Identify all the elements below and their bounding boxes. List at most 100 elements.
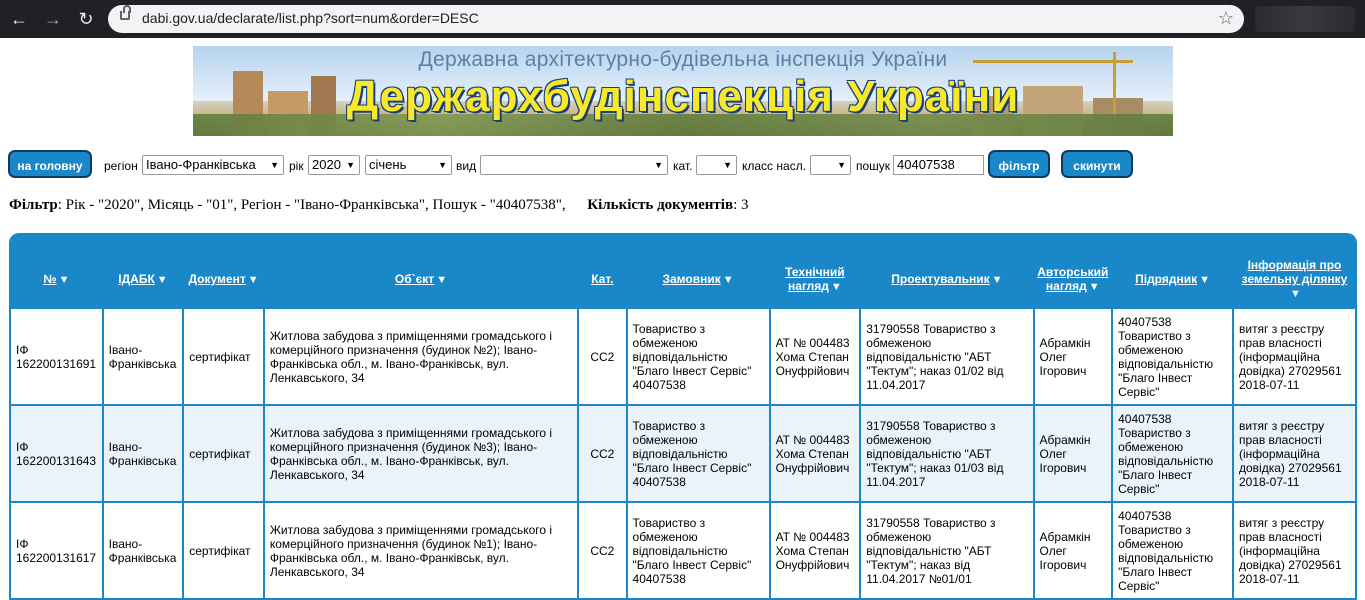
forward-arrow-icon[interactable]: → — [42, 8, 64, 30]
sort-arrow-icon[interactable]: ▼ — [59, 274, 70, 286]
reset-button[interactable]: скинути — [1061, 150, 1133, 178]
col-header-link[interactable]: Документ — [188, 272, 245, 286]
col-header-document[interactable]: Документ ▼ — [184, 251, 263, 307]
cell-author-supervision: Абрамкін Олег Ігорович — [1034, 406, 1112, 501]
col-header-link[interactable]: Інформація про земельну ділянку — [1242, 258, 1348, 286]
col-header-link[interactable]: Проектувальник — [891, 272, 989, 286]
cell-customer: Товариство з обмеженою відповідальністю … — [627, 406, 769, 501]
sort-arrow-icon[interactable]: ▼ — [248, 274, 259, 286]
col-header-object[interactable]: Об`єкт ▼ — [264, 251, 578, 307]
cell-contractor: 40407538 Товариство з обмеженою відповід… — [1113, 406, 1232, 501]
dropdown-arrow-icon: ▼ — [654, 160, 663, 170]
site-banner: Державна архітектурно-будівельна інспекц… — [193, 46, 1173, 136]
cell-object: Житлова забудова з приміщеннями громадсь… — [264, 503, 578, 598]
cell-land-info: витяг з реєстру прав власності (інформац… — [1233, 406, 1355, 501]
col-header-contractor[interactable]: Підрядник ▼ — [1113, 251, 1232, 307]
class-label: класс насл. — [742, 159, 807, 173]
cell-document: сертифікат — [184, 406, 263, 501]
col-header-num[interactable]: № ▼ — [11, 251, 102, 307]
category-label: кат. — [673, 159, 693, 173]
sort-arrow-icon[interactable]: ▼ — [992, 274, 1003, 286]
banner-title: Держархбудінспекція України — [346, 72, 1020, 121]
filter-button[interactable]: фільтр — [988, 150, 1050, 178]
type-label: вид — [456, 159, 477, 173]
cell-land-info: витяг з реєстру прав власності (інформац… — [1233, 503, 1355, 598]
cell-designer: 31790558 Товариство з обмеженою відповід… — [861, 406, 1033, 501]
sort-arrow-icon[interactable]: ▼ — [1089, 281, 1100, 293]
bookmark-star-icon[interactable]: ☆ — [1218, 8, 1234, 29]
col-header-category[interactable]: Кат. — [579, 251, 626, 307]
filter-bar: на головну регіон Івано-Франківська ▼ рік… — [0, 150, 1365, 182]
cell-category: СС2 — [579, 309, 626, 404]
search-label: пошук — [856, 159, 891, 173]
cell-tech-supervision: АТ № 004483 Хома Степан Онуфрійович — [770, 503, 860, 598]
declarations-table: № ▼ ІДАБК ▼ Документ ▼ Об`єкт ▼ Кат. Замовни… — [9, 249, 1357, 600]
year-label: рік — [289, 159, 304, 173]
month-select-value: січень — [369, 157, 407, 172]
cell-category: СС2 — [579, 406, 626, 501]
cell-tech-supervision: АТ № 004483 Хома Степан Онуфрійович — [770, 309, 860, 404]
cell-document: сертифікат — [184, 309, 263, 404]
col-header-link[interactable]: Замовник — [662, 272, 720, 286]
table-row[interactable]: ІФ 162200131643 Івано-Франківська сертиф… — [11, 406, 1355, 501]
col-header-customer[interactable]: Замовник ▼ — [627, 251, 769, 307]
col-header-author-supervision[interactable]: Авторський нагляд ▼ — [1034, 251, 1112, 307]
sort-arrow-icon[interactable]: ▼ — [723, 274, 734, 286]
dropdown-arrow-icon: ▼ — [346, 160, 355, 170]
cell-num: ІФ 162200131643 — [11, 406, 102, 501]
lock-icon — [120, 5, 131, 20]
sort-arrow-icon[interactable]: ▼ — [1199, 274, 1210, 286]
col-header-link[interactable]: Підрядник — [1135, 272, 1197, 286]
cell-num: ІФ 162200131691 — [11, 309, 102, 404]
region-select-value: Івано-Франківська — [146, 157, 256, 172]
address-bar[interactable]: dabi.gov.ua/declarate/list.php?sort=num&… — [108, 5, 1244, 33]
dropdown-arrow-icon: ▼ — [723, 160, 732, 170]
col-header-link[interactable]: ІДАБК — [118, 272, 155, 286]
sort-arrow-icon[interactable]: ▼ — [157, 274, 168, 286]
year-select[interactable]: 2020 ▼ — [308, 155, 360, 175]
filter-summary-text: : Рік - "2020", Місяць - "01", Регіон - … — [57, 197, 566, 213]
col-header-link[interactable]: Об`єкт — [395, 272, 434, 286]
year-select-value: 2020 — [312, 157, 341, 172]
col-header-link[interactable]: Кат. — [591, 272, 613, 286]
col-header-link[interactable]: № — [43, 272, 56, 286]
doc-count-value: : 3 — [733, 197, 749, 213]
home-button[interactable]: на головну — [8, 150, 92, 178]
table-row[interactable]: ІФ 162200131617 Івано-Франківська сертиф… — [11, 503, 1355, 598]
table-top-bar — [9, 233, 1357, 249]
col-header-designer[interactable]: Проектувальник ▼ — [861, 251, 1033, 307]
cell-idabk: Івано-Франківська — [103, 503, 183, 598]
type-select[interactable]: ▼ — [480, 155, 668, 175]
sort-arrow-icon[interactable]: ▼ — [1290, 288, 1301, 300]
cell-contractor: 40407538 Товариство з обмеженою відповід… — [1113, 309, 1232, 404]
col-header-idabk[interactable]: ІДАБК ▼ — [103, 251, 183, 307]
cell-tech-supervision: АТ № 004483 Хома Степан Онуфрійович — [770, 406, 860, 501]
url-text[interactable]: dabi.gov.ua/declarate/list.php?sort=num&… — [142, 10, 479, 26]
cell-author-supervision: Абрамкін Олег Ігорович — [1034, 309, 1112, 404]
cell-category: СС2 — [579, 503, 626, 598]
dropdown-arrow-icon: ▼ — [270, 160, 279, 170]
category-select[interactable]: ▼ — [696, 155, 737, 175]
table-row[interactable]: ІФ 162200131691 Івано-Франківська сертиф… — [11, 309, 1355, 404]
back-arrow-icon[interactable]: ← — [8, 8, 30, 30]
dropdown-arrow-icon: ▼ — [438, 160, 447, 170]
col-header-land-info[interactable]: Інформація про земельну ділянку ▼ — [1233, 251, 1355, 307]
cell-customer: Товариство з обмеженою відповідальністю … — [627, 503, 769, 598]
cell-idabk: Івано-Франківська — [103, 309, 183, 404]
region-label: регіон — [104, 159, 138, 173]
profile-area[interactable] — [1255, 6, 1355, 32]
month-select[interactable]: січень ▼ — [365, 155, 452, 175]
sort-arrow-icon[interactable]: ▼ — [436, 274, 447, 286]
cell-contractor: 40407538 Товариство з обмеженою відповід… — [1113, 503, 1232, 598]
banner-subtitle: Державна архітектурно-будівельна інспекц… — [418, 48, 948, 71]
cell-designer: 31790558 Товариство з обмеженою відповід… — [861, 309, 1033, 404]
reload-icon[interactable]: ↻ — [75, 8, 97, 30]
region-select[interactable]: Івано-Франківська ▼ — [142, 155, 284, 175]
search-input[interactable]: 40407538 — [893, 155, 984, 175]
cell-object: Житлова забудова з приміщеннями громадсь… — [264, 406, 578, 501]
class-select[interactable]: ▼ — [810, 155, 851, 175]
cell-idabk: Івано-Франківська — [103, 406, 183, 501]
sort-arrow-icon[interactable]: ▼ — [831, 281, 842, 293]
cell-document: сертифікат — [184, 503, 263, 598]
col-header-tech-supervision[interactable]: Технічний нагляд ▼ — [770, 251, 860, 307]
